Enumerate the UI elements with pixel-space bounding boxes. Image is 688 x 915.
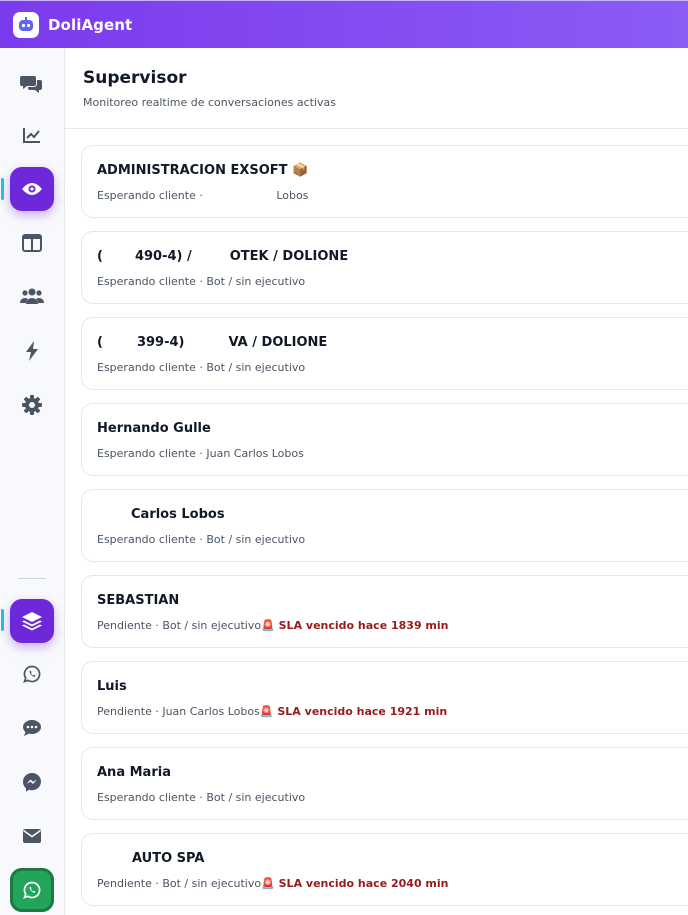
users-icon: [20, 288, 44, 304]
top-bar: DoliAgent: [0, 0, 688, 48]
message-bubble-icon: [23, 720, 41, 736]
conversation-meta: Esperando cliente · Bot / sin ejecutivo: [97, 275, 306, 288]
nav-whatsapp[interactable]: [10, 652, 54, 696]
conversation-card[interactable]: AUTO SPA Pendiente · Bot / sin ejecutivo…: [81, 833, 688, 906]
page-subtitle: Monitoreo realtime de conversaciones act…: [83, 96, 336, 109]
conversation-meta: Pendiente · Juan Carlos Lobos🚨 SLA venci…: [97, 705, 448, 718]
nav-all-channels[interactable]: [10, 599, 54, 643]
nav-chats[interactable]: [10, 62, 54, 106]
nav-messenger[interactable]: [10, 760, 54, 804]
conversation-title: (490-4) / OTEK / DOLIONE: [97, 249, 349, 264]
nav-automations[interactable]: [10, 329, 54, 373]
conversation-title: (399-4) VA / DOLIONE: [97, 335, 328, 350]
conversation-title: Luis: [97, 679, 127, 694]
conversation-meta: Pendiente · Bot / sin ejecutivo🚨 SLA ven…: [97, 877, 449, 890]
eye-icon: [22, 183, 42, 195]
conversation-card[interactable]: Carlos Lobos Esperando cliente · Bot / s…: [81, 489, 688, 562]
conversation-title: AUTO SPA: [132, 851, 205, 866]
conversation-meta: Esperando cliente · Bot / sin ejecutivo: [97, 361, 306, 374]
nav-settings[interactable]: [10, 383, 54, 427]
nav-email[interactable]: [10, 814, 54, 858]
layout-icon: [22, 234, 42, 252]
chat-icon: [20, 76, 42, 93]
conversation-meta: Esperando cliente · Bot / sin ejecutivo: [97, 533, 306, 546]
page-title: Supervisor: [83, 68, 187, 88]
app-brand: DoliAgent: [48, 15, 133, 34]
conversation-meta: Esperando cliente · Lobos: [97, 189, 309, 202]
sla-warning: 🚨 SLA vencido hace 1921 min: [259, 705, 448, 718]
analytics-icon: [23, 128, 40, 143]
active-indicator: [1, 178, 4, 200]
sidebar-divider: [18, 578, 46, 579]
conversation-title: Hernando Gulle: [97, 421, 211, 436]
nav-webchat[interactable]: [10, 706, 54, 750]
sidebar: [0, 48, 65, 915]
conversation-card[interactable]: SEBASTIAN Pendiente · Bot / sin ejecutiv…: [81, 575, 688, 648]
conversation-card[interactable]: Hernando Gulle Esperando cliente · Juan …: [81, 403, 688, 476]
nav-supervisor[interactable]: [10, 167, 54, 211]
nav-analytics[interactable]: [10, 113, 54, 157]
nav-layout[interactable]: [10, 221, 54, 265]
conversation-title: SEBASTIAN: [97, 593, 180, 608]
sla-warning: 🚨 SLA vencido hace 2040 min: [261, 877, 449, 890]
mail-icon: [23, 829, 41, 843]
whatsapp-icon: [23, 881, 41, 899]
robot-logo-icon: [13, 11, 39, 38]
conversation-title: Carlos Lobos: [131, 507, 225, 522]
conversation-meta: Pendiente · Bot / sin ejecutivo🚨 SLA ven…: [97, 619, 449, 632]
nav-users[interactable]: [10, 274, 54, 318]
whatsapp-icon: [23, 665, 41, 683]
conversation-meta: Esperando cliente · Juan Carlos Lobos: [97, 447, 304, 460]
page-header: Supervisor Monitoreo realtime de convers…: [65, 48, 688, 129]
bolt-icon: [26, 341, 38, 361]
layers-icon: [22, 612, 42, 631]
nav-whatsapp-connected[interactable]: [10, 868, 54, 912]
conversation-meta: Esperando cliente · Bot / sin ejecutivo: [97, 791, 306, 804]
conversation-card[interactable]: (490-4) / OTEK / DOLIONE Esperando client…: [81, 231, 688, 304]
main-panel: Supervisor Monitoreo realtime de convers…: [65, 48, 688, 915]
conversation-card[interactable]: (399-4) VA / DOLIONE Esperando cliente · …: [81, 317, 688, 390]
conversation-title: ADMINISTRACION EXSOFT 📦: [97, 163, 309, 178]
conversation-card[interactable]: Luis Pendiente · Juan Carlos Lobos🚨 SLA …: [81, 661, 688, 734]
messenger-icon: [23, 773, 41, 792]
active-indicator: [1, 609, 4, 631]
conversation-title: Ana Maria: [97, 765, 171, 780]
sla-warning: 🚨 SLA vencido hace 1839 min: [261, 619, 449, 632]
gear-icon: [22, 395, 42, 415]
conversation-card[interactable]: Ana Maria Esperando cliente · Bot / sin …: [81, 747, 688, 820]
conversation-card[interactable]: ADMINISTRACION EXSOFT 📦 Esperando client…: [81, 145, 688, 218]
